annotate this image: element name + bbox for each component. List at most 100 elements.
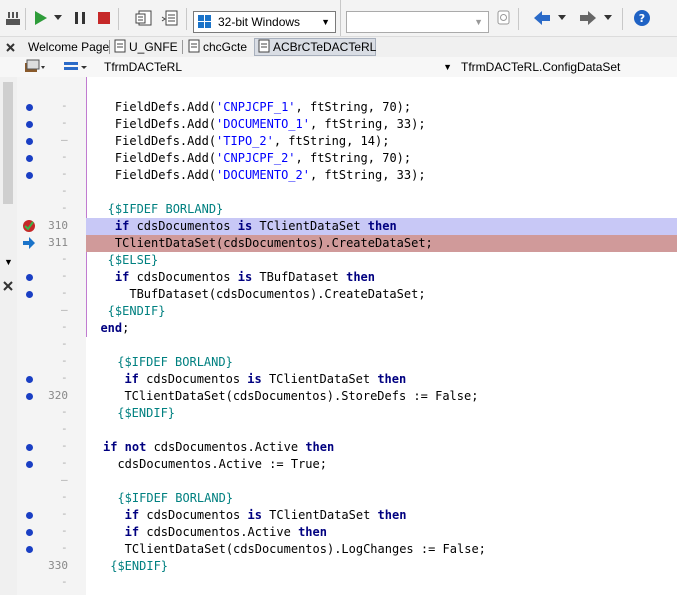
method-combo[interactable]: TfrmDACTeRL.ConfigDataSet — [461, 58, 676, 76]
code-line: end; — [86, 321, 130, 335]
line-marker: - — [61, 337, 68, 350]
code-navigation-bar: TfrmDACTeRL ▼ TfrmDACTeRL.ConfigDataSet — [0, 57, 677, 78]
code-line: FieldDefs.Add('CNPJCPF_2', ftString, 70)… — [86, 151, 412, 165]
panel-scrollbar-thumb[interactable] — [3, 82, 13, 204]
code-editor[interactable]: FieldDefs.Add('CNPJCPF_1', ftString, 70)… — [86, 77, 677, 595]
sync-edit-icon[interactable] — [62, 58, 92, 76]
gutter-row: – — [17, 303, 86, 320]
line-marker: - — [61, 507, 68, 520]
tab-label: chcGcte — [203, 40, 248, 54]
forward-dropdown-icon[interactable] — [602, 8, 614, 28]
code-line: if cdsDocumentos.Active then — [103, 525, 327, 539]
chevron-down-icon: ▼ — [474, 17, 483, 27]
tab-chcgcte[interactable]: chcGcte — [188, 38, 247, 56]
project-symbols-icon[interactable] — [24, 58, 48, 76]
class-combo-value: TfrmDACTeRL — [104, 60, 183, 74]
config-select[interactable]: ▼ — [346, 11, 489, 33]
code-line: if cdsDocumentos is TClientDataSet then — [103, 508, 407, 522]
executable-line-dot — [26, 444, 33, 451]
step-icon[interactable] — [3, 8, 23, 28]
back-dropdown-icon[interactable] — [556, 8, 568, 28]
gutter-row: - — [17, 456, 86, 473]
gutter-row: 320 — [17, 388, 86, 405]
run-dropdown-icon[interactable] — [52, 8, 64, 28]
gutter-row: - — [17, 201, 86, 218]
line-marker: - — [61, 405, 68, 418]
line-marker: - — [61, 524, 68, 537]
stop-icon[interactable] — [94, 8, 114, 28]
code-line: if cdsDocumentos is TClientDataSet then — [110, 372, 407, 386]
gutter-row: - — [17, 541, 86, 558]
code-line: {$ELSE} — [86, 253, 159, 267]
line-marker: - — [61, 354, 68, 367]
line-number: 330 — [48, 559, 68, 572]
run-icon[interactable] — [30, 8, 50, 28]
toggle-unit-icon[interactable] — [160, 8, 180, 28]
code-line: TClientDataSet(cdsDocumentos).StoreDefs … — [110, 389, 479, 403]
unit-file-icon — [188, 39, 200, 56]
code-line: TClientDataSet(cdsDocumentos).LogChanges… — [103, 542, 486, 556]
chevron-down-icon[interactable]: ▼ — [4, 257, 13, 267]
line-number: 311 — [48, 236, 68, 249]
gutter-row: - — [17, 575, 86, 592]
close-all-tabs-icon[interactable] — [2, 38, 18, 56]
line-number: 320 — [48, 389, 68, 402]
gutter-row: - — [17, 116, 86, 133]
svg-text:?: ? — [639, 12, 645, 25]
gutter-row: - — [17, 150, 86, 167]
breakpoint-check-icon[interactable] — [22, 219, 36, 236]
code-line: FieldDefs.Add('CNPJCPF_1', ftString, 70)… — [86, 100, 412, 114]
executable-line-dot — [26, 172, 33, 179]
executable-line-dot — [26, 376, 33, 383]
code-line: {$IFDEF BORLAND} — [110, 355, 233, 369]
windows-icon — [198, 15, 212, 32]
arrow-left-icon[interactable] — [532, 8, 552, 28]
unit-file-icon — [258, 39, 270, 56]
gutter-row: - — [17, 490, 86, 507]
line-marker: - — [61, 286, 68, 299]
gutter-row: - — [17, 439, 86, 456]
unit-file-icon — [114, 39, 126, 56]
main-toolbar: 32-bit Windows ▼ ▼ ? — [0, 0, 677, 37]
tab-divider — [182, 40, 183, 54]
breakpoint-line: if cdsDocumentos is TClientDataSet then — [86, 218, 677, 235]
gutter-row: - — [17, 286, 86, 303]
code-line: {$IFDEF BORLAND} — [103, 491, 234, 505]
pause-icon[interactable] — [70, 8, 90, 28]
line-marker: - — [61, 439, 68, 452]
code-line: {$ENDIF} — [110, 406, 176, 420]
platform-select[interactable]: 32-bit Windows ▼ — [193, 11, 336, 33]
gutter-row: - — [17, 507, 86, 524]
execution-point-arrow-icon — [23, 237, 35, 252]
tab-acbrctedacterl[interactable]: ACBrCTeDACTeRL — [254, 38, 376, 56]
tab-u-gnfe[interactable]: U_GNFE — [114, 38, 178, 56]
gutter-row: – — [17, 473, 86, 490]
arrow-right-icon[interactable] — [578, 8, 598, 28]
toolbar-separator — [622, 8, 623, 30]
tab-welcome-page[interactable]: Welcome Page — [28, 38, 109, 56]
help-icon[interactable]: ? — [632, 8, 652, 28]
gutter-row: 310 — [17, 218, 86, 235]
gutter-row: 330 — [17, 558, 86, 575]
class-combo[interactable]: TfrmDACTeRL ▼ — [104, 58, 454, 76]
gutter-row: - — [17, 422, 86, 439]
executable-line-dot — [26, 546, 33, 553]
code-line: {$ENDIF} — [86, 304, 166, 318]
code-line: TBufDataset(cdsDocumentos).CreateDataSet… — [86, 287, 426, 301]
code-line: if not cdsDocumentos.Active then — [103, 440, 335, 454]
execution-point-line: TClientDataSet(cdsDocumentos).CreateData… — [86, 235, 677, 252]
gutter-row: - — [17, 405, 86, 422]
line-marker: - — [61, 252, 68, 265]
tab-label: ACBrCTeDACTeRL — [273, 40, 377, 54]
executable-line-dot — [26, 512, 33, 519]
close-panel-icon[interactable] — [3, 280, 13, 294]
executable-line-dot — [26, 104, 33, 111]
toolbar-separator — [118, 8, 119, 30]
form-view-icon[interactable] — [134, 8, 154, 28]
gutter-row: - — [17, 184, 86, 201]
line-marker: - — [61, 184, 68, 197]
editor-gutter[interactable]: - - – - - - - 310 311 - - - – - - - - 32… — [17, 77, 86, 595]
line-marker: - — [61, 99, 68, 112]
executable-line-dot — [26, 121, 33, 128]
configuration-manager-icon[interactable] — [494, 8, 514, 28]
